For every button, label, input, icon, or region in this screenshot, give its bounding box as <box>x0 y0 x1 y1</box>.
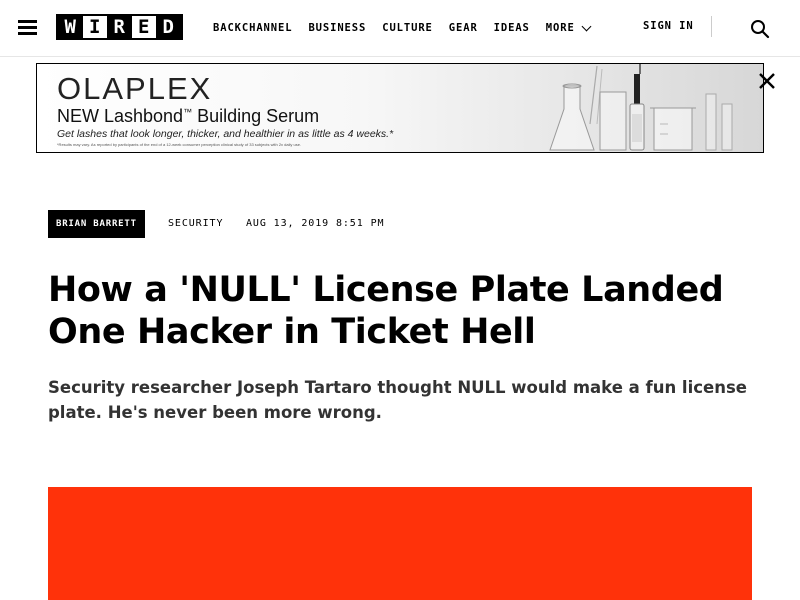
wired-logo[interactable]: W I R E D <box>56 14 183 40</box>
hamburger-menu-icon[interactable] <box>18 20 37 35</box>
nav-label: GEAR <box>448 22 478 34</box>
publish-date: AUG 13, 2019 8:51 PM <box>246 218 385 229</box>
ad-product-image <box>549 64 733 151</box>
ad-fine-print: *Results may vary. As reported by partic… <box>57 142 302 147</box>
nav-item-gear[interactable]: GEAR <box>449 22 478 34</box>
nav-label: IDEAS <box>493 22 530 34</box>
main-nav: BACKCHANNEL BUSINESS CULTURE GEAR IDEAS … <box>213 20 606 36</box>
nav-label: CULTURE <box>382 22 433 34</box>
ad-subtext: Get lashes that look longer, thicker, an… <box>57 128 394 140</box>
nav-item-culture[interactable]: CULTURE <box>382 22 433 34</box>
logo-letter: R <box>107 16 132 38</box>
close-icon[interactable] <box>758 72 776 90</box>
ad-brand: OLAPLEX <box>57 71 213 106</box>
nav-item-more[interactable]: MORE <box>545 21 592 34</box>
nav-item-backchannel[interactable]: BACKCHANNEL <box>213 22 292 34</box>
sign-in-link[interactable]: SIGN IN <box>643 20 694 32</box>
nav-item-business[interactable]: BUSINESS <box>308 22 366 34</box>
logo-letter: I <box>82 16 107 38</box>
logo-letter: E <box>131 16 156 38</box>
article-dek: Security researcher Joseph Tartaro thoug… <box>48 378 747 422</box>
hero-image <box>48 487 752 600</box>
search-icon[interactable] <box>750 19 770 39</box>
category-link[interactable]: SECURITY <box>168 218 223 229</box>
ad-headline: NEW Lashbond™ Building Serum <box>57 106 319 127</box>
nav-label: BACKCHANNEL <box>213 22 293 34</box>
article-title: How a 'NULL' License Plate Landed One Ha… <box>48 270 724 352</box>
nav-label: MORE <box>545 22 575 34</box>
header-divider <box>711 16 712 37</box>
ad-banner[interactable]: OLAPLEX NEW Lashbond™ Building Serum Get… <box>36 63 764 153</box>
ad-headline-post: Building Serum <box>192 106 320 126</box>
ad-headline-pre: NEW Lashbond <box>57 106 184 126</box>
site-header: W I R E D BACKCHANNEL BUSINESS CULTURE G… <box>0 0 800 57</box>
logo-letter: W <box>58 16 83 38</box>
nav-item-ideas[interactable]: IDEAS <box>494 22 530 34</box>
chevron-down-icon <box>581 21 592 31</box>
author-badge[interactable]: BRIAN BARRETT <box>48 210 145 238</box>
nav-label: BUSINESS <box>308 22 367 34</box>
ad-trademark: ™ <box>183 107 193 117</box>
logo-letter: D <box>156 16 181 38</box>
